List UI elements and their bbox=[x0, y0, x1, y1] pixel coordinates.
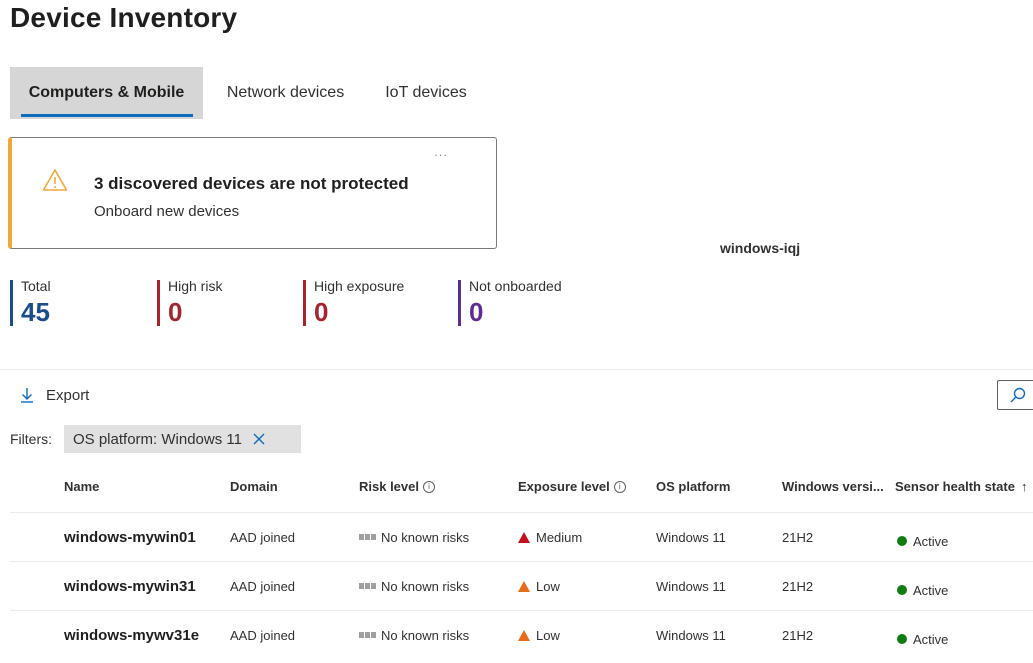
os-platform-cell: Windows 11 bbox=[656, 578, 726, 594]
device-name[interactable]: windows-mywv31e bbox=[64, 611, 199, 659]
stat-value: 0 bbox=[168, 297, 183, 327]
stat-accent-bar bbox=[458, 280, 461, 326]
column-header-name[interactable]: Name bbox=[64, 479, 99, 494]
column-header-os-platform[interactable]: OS platform bbox=[656, 479, 730, 494]
column-header-exposure-level[interactable]: Exposure level i bbox=[518, 479, 626, 494]
filters-label: Filters: bbox=[10, 431, 52, 447]
page-title: Device Inventory bbox=[10, 2, 238, 33]
device-tabs: Computers & Mobile Network devices IoT d… bbox=[10, 67, 484, 119]
windows-version-cell: 21H2 bbox=[782, 578, 814, 594]
tab-label: IoT devices bbox=[385, 84, 467, 101]
sensor-health-text: Active bbox=[913, 582, 949, 598]
warning-triangle-icon bbox=[518, 531, 530, 543]
tab-network-devices[interactable]: Network devices bbox=[203, 67, 368, 119]
status-dot-icon bbox=[897, 585, 907, 595]
risk-level-cell: No known risks bbox=[359, 611, 469, 659]
export-label: Export bbox=[46, 386, 90, 404]
column-header-label: Windows versi... bbox=[782, 479, 884, 494]
section-divider bbox=[0, 369, 1033, 370]
table-row[interactable]: windows-mywv31e AAD joined No known risk… bbox=[10, 611, 1033, 659]
warning-triangle-icon bbox=[518, 629, 530, 641]
unprotected-devices-card[interactable]: ... 3 discovered devices are not protect… bbox=[8, 137, 497, 249]
sensor-health-cell: Active bbox=[897, 566, 948, 614]
table-row[interactable]: windows-mywin31 AAD joined No known risk… bbox=[10, 562, 1033, 610]
column-header-label: Sensor health state bbox=[895, 479, 1015, 494]
column-header-label: Exposure level bbox=[518, 479, 610, 494]
info-icon[interactable]: i bbox=[423, 480, 435, 493]
exposure-level-cell: Low bbox=[518, 611, 560, 659]
device-name[interactable]: windows-mywin31 bbox=[64, 562, 196, 610]
column-header-label: OS platform bbox=[656, 479, 731, 494]
search-button[interactable] bbox=[997, 380, 1033, 410]
risk-level-icon bbox=[359, 583, 377, 589]
warning-triangle-icon bbox=[518, 580, 530, 592]
status-dot-icon bbox=[897, 634, 907, 644]
device-name-label: windows-iqj bbox=[720, 240, 801, 256]
os-platform-cell: Windows 11 bbox=[656, 529, 726, 545]
alert-title: 3 discovered devices are not protected bbox=[94, 174, 409, 193]
search-icon bbox=[1010, 387, 1026, 403]
exposure-level-cell: Medium bbox=[518, 513, 582, 561]
device-name[interactable]: windows-mywin01 bbox=[64, 513, 196, 561]
column-header-label: Risk level bbox=[359, 479, 419, 494]
tab-label: Network devices bbox=[226, 84, 345, 101]
stat-label: High exposure bbox=[314, 278, 405, 294]
stat-label: Not onboarded bbox=[469, 278, 562, 294]
domain-cell: AAD joined bbox=[230, 578, 296, 594]
os-platform-cell: Windows 11 bbox=[656, 627, 726, 643]
stat-value: 0 bbox=[469, 297, 484, 327]
stat-label: Total bbox=[21, 278, 51, 294]
column-header-label: Name bbox=[64, 479, 100, 494]
stat-accent-bar bbox=[10, 280, 13, 326]
export-button[interactable]: Export bbox=[20, 384, 89, 406]
filter-chip-text: OS platform: Windows 11 bbox=[73, 430, 242, 448]
column-header-windows-version[interactable]: Windows versi... bbox=[782, 479, 884, 494]
download-icon bbox=[21, 388, 33, 403]
risk-level-text: No known risks bbox=[381, 578, 470, 594]
stat-accent-bar bbox=[303, 280, 306, 326]
column-header-label: Domain bbox=[230, 479, 278, 494]
column-header-risk-level[interactable]: Risk level i bbox=[359, 479, 435, 494]
sensor-health-text: Active bbox=[913, 533, 949, 549]
risk-level-cell: No known risks bbox=[359, 513, 469, 561]
close-icon[interactable] bbox=[252, 432, 266, 446]
onboard-link[interactable]: Onboard new devices bbox=[94, 203, 239, 220]
risk-level-icon bbox=[359, 534, 377, 540]
exposure-level-text: Medium bbox=[536, 529, 583, 545]
risk-level-text: No known risks bbox=[381, 627, 470, 643]
sort-ascending-icon: ↑ bbox=[1020, 479, 1028, 494]
warning-icon bbox=[42, 169, 68, 191]
sensor-health-cell: Active bbox=[897, 517, 948, 565]
tab-iot-devices[interactable]: IoT devices bbox=[368, 67, 484, 119]
risk-level-cell: No known risks bbox=[359, 562, 469, 610]
tab-computers-mobile[interactable]: Computers & Mobile bbox=[10, 67, 203, 119]
stat-label: High risk bbox=[168, 278, 223, 294]
domain-cell: AAD joined bbox=[230, 627, 296, 643]
exposure-level-text: Low bbox=[536, 627, 560, 643]
sensor-health-cell: Active bbox=[897, 615, 948, 663]
risk-level-icon bbox=[359, 632, 377, 638]
column-header-domain[interactable]: Domain bbox=[230, 479, 278, 494]
stat-accent-bar bbox=[157, 280, 160, 326]
stat-value: 0 bbox=[314, 297, 329, 327]
stat-value: 45 bbox=[21, 297, 50, 327]
exposure-level-text: Low bbox=[536, 578, 560, 594]
windows-version-cell: 21H2 bbox=[782, 627, 814, 643]
table-row[interactable]: windows-mywin01 AAD joined No known risk… bbox=[10, 513, 1033, 561]
exposure-level-cell: Low bbox=[518, 562, 560, 610]
status-dot-icon bbox=[897, 536, 907, 546]
column-header-sensor-health[interactable]: Sensor health state ↑ bbox=[895, 479, 1027, 494]
windows-version-cell: 21H2 bbox=[782, 529, 814, 545]
tab-label: Computers & Mobile bbox=[28, 84, 185, 101]
filter-chip[interactable]: OS platform: Windows 11 bbox=[64, 425, 301, 453]
domain-cell: AAD joined bbox=[230, 529, 296, 545]
more-options-button[interactable]: ... bbox=[434, 144, 448, 159]
tab-selected-indicator bbox=[21, 114, 193, 117]
sensor-health-text: Active bbox=[913, 631, 949, 647]
risk-level-text: No known risks bbox=[381, 529, 470, 545]
info-icon[interactable]: i bbox=[613, 480, 626, 493]
